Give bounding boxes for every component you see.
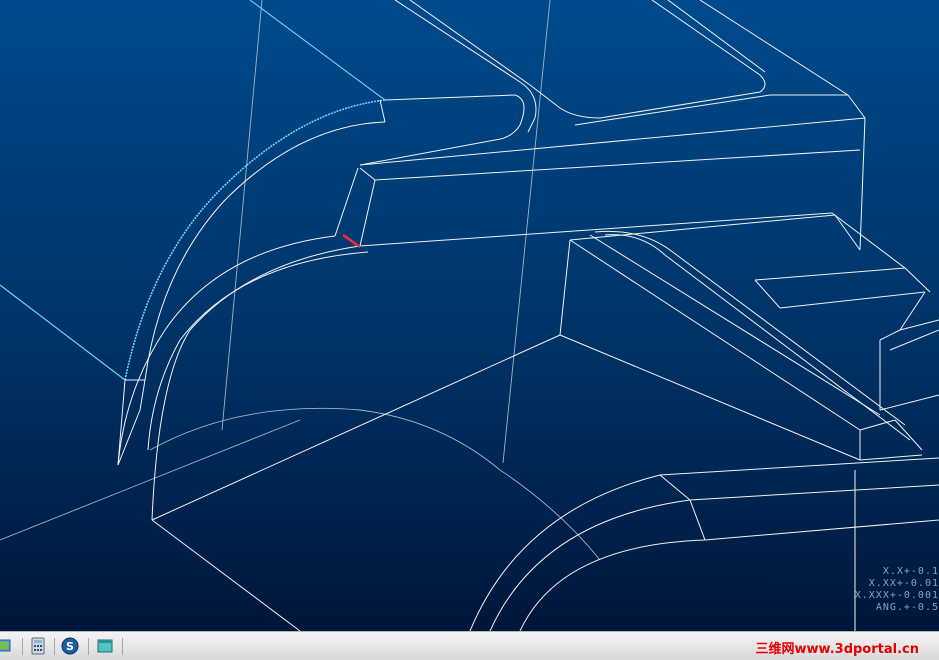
tolerance-line: X.XX+-0.01 [868, 578, 939, 589]
app-s-icon[interactable]: S [58, 636, 82, 656]
window-icon[interactable] [93, 636, 117, 656]
taskbar-separator [54, 638, 55, 655]
tolerance-line: X.X+-0.1 [882, 566, 939, 577]
show-desktop-icon[interactable] [0, 636, 16, 656]
taskbar: S 三维网www.3dportal.cn [0, 631, 939, 660]
calculator-icon[interactable] [26, 636, 50, 656]
svg-text:S: S [66, 640, 74, 653]
taskbar-separator [88, 638, 89, 655]
tolerance-line: ANG.+-0.5 [875, 602, 939, 613]
taskbar-separator [122, 638, 123, 655]
tolerance-table: X.X+-0.1 X.XX+-0.01 X.XXX+-0.001 ANG.+-0… [849, 566, 939, 614]
cad-3d-viewport[interactable]: X.X+-0.1 X.XX+-0.01 X.XXX+-0.001 ANG.+-0… [0, 0, 939, 631]
site-watermark: 三维网www.3dportal.cn [755, 642, 919, 657]
taskbar-separator [22, 638, 23, 655]
model-wireframe[interactable] [0, 0, 939, 631]
tolerance-line: X.XXX+-0.001 [854, 590, 939, 601]
